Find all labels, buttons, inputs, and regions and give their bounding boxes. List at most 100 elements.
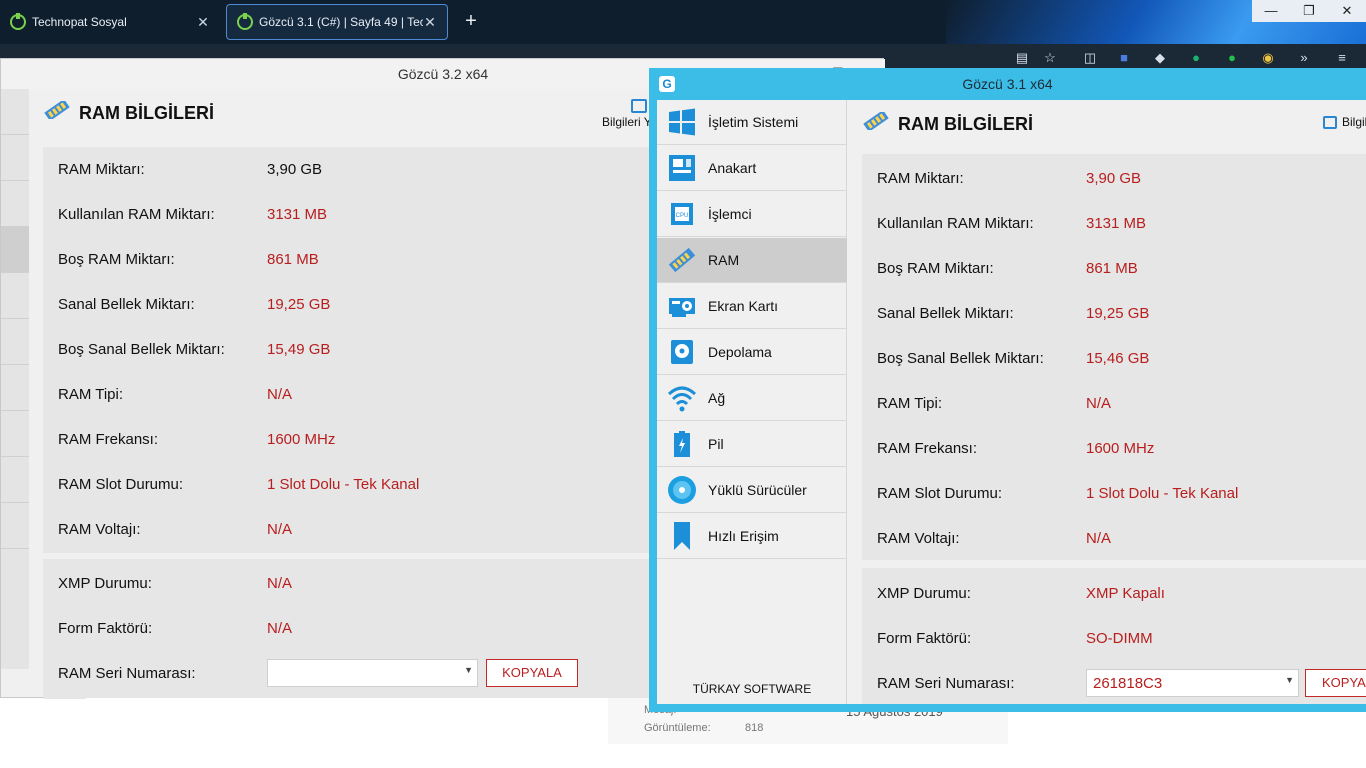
chevron-down-icon: ▼ xyxy=(464,665,473,675)
info-row: RAM Seri Numarası: xyxy=(58,663,196,683)
new-tab-button[interactable]: + xyxy=(458,8,484,34)
info-value: N/A xyxy=(267,619,293,637)
white-overlay xyxy=(86,698,608,768)
sidebar-item-ram[interactable]: RAM xyxy=(657,238,847,283)
technopat-favicon-icon xyxy=(10,13,26,30)
print-info-button[interactable]: Bilgileri Y xyxy=(602,115,652,129)
overflow-icon[interactable]: » xyxy=(1296,50,1312,66)
info-row: RAM Slot Durumu: xyxy=(877,483,1002,503)
extension-globe-icon[interactable]: ◉ xyxy=(1260,50,1276,66)
tab-title: Gözcü 3.1 (C#) | Sayfa 49 | Technopat xyxy=(259,15,423,29)
sidebar-item[interactable] xyxy=(1,89,29,135)
sidebar-item-ram[interactable] xyxy=(1,227,29,273)
window-controls: — ❐ ✕ xyxy=(1252,0,1366,22)
sidebar-item-label: İşlemci xyxy=(708,206,752,222)
sidebar-item[interactable] xyxy=(1,181,29,227)
info-value: 3131 MB xyxy=(267,205,328,223)
sidebar-item-label: Yüklü Sürücüler xyxy=(708,482,807,498)
sidebar-item-anakart[interactable]: Anakart xyxy=(657,146,847,191)
info-row: Boş RAM Miktarı: xyxy=(58,249,175,269)
sidebar-item[interactable] xyxy=(1,411,29,457)
sidebar-item-ekran-karti[interactable]: Ekran Kartı xyxy=(657,284,847,329)
close-window-button[interactable]: ✕ xyxy=(1328,0,1366,22)
browser-tab-strip: Technopat Sosyal ✕ Gözcü 3.1 (C#) | Sayf… xyxy=(0,0,1366,44)
print-info-button[interactable]: Bilgil xyxy=(1342,115,1366,129)
tab-gozcu-thread[interactable]: Gözcü 3.1 (C#) | Sayfa 49 | Technopat ✕ xyxy=(226,4,448,40)
sidebar-item-label: Hızlı Erişim xyxy=(708,528,779,544)
info-label: Kullanılan RAM Miktarı: xyxy=(58,205,215,223)
info-row: Boş RAM Miktarı: xyxy=(877,258,994,278)
info-value: 3131 MB xyxy=(1086,214,1147,232)
close-icon[interactable]: ✕ xyxy=(196,14,210,31)
sidebar-item-islemci[interactable]: CPU İşlemci xyxy=(657,192,847,237)
views-label: Görüntüleme: xyxy=(644,722,711,734)
serial-select[interactable]: ▼ xyxy=(267,659,478,687)
minimize-button[interactable]: — xyxy=(1252,0,1290,22)
info-row: RAM Voltajı: xyxy=(877,528,960,548)
info-label: RAM Tipi: xyxy=(58,385,124,403)
copy-button[interactable]: KOPYAL xyxy=(1305,669,1366,697)
info-label: Boş RAM Miktarı: xyxy=(58,250,175,268)
sidebar-item-yuklu-suruculer[interactable]: Yüklü Sürücüler xyxy=(657,468,847,513)
info-value: 861 MB xyxy=(1086,259,1138,277)
ram-icon xyxy=(863,112,889,130)
ram-icon xyxy=(44,101,70,119)
info-label: RAM Tipi: xyxy=(877,394,943,412)
info-label: RAM Frekansı: xyxy=(877,439,978,457)
window-title: Gözcü 3.1 x64 xyxy=(962,76,1053,92)
info-value: 1 Slot Dolu - Tek Kanal xyxy=(1086,484,1239,502)
close-icon[interactable]: ✕ xyxy=(423,14,437,31)
sidebar-item-depolama[interactable]: Depolama xyxy=(657,330,847,375)
technopat-favicon-icon xyxy=(237,13,253,30)
grammarly-icon[interactable]: ● xyxy=(1188,50,1204,66)
info-label: RAM Slot Durumu: xyxy=(58,475,184,493)
info-value: N/A xyxy=(1086,529,1112,547)
sidebar-item-pil[interactable]: Pil xyxy=(657,422,847,467)
info-row: RAM Slot Durumu: xyxy=(58,474,183,494)
chevron-down-icon: ▼ xyxy=(1285,675,1294,685)
copy-button[interactable]: KOPYALA xyxy=(486,659,578,687)
extension-green-icon[interactable]: ● xyxy=(1224,50,1240,66)
content-area: RAM BİLGİLERİ Bilgil RAM Miktarı: Kullan… xyxy=(848,100,1366,704)
sidebar-item[interactable] xyxy=(1,319,29,365)
gozcu-31-window: G Gözcü 3.1 x64 İşletim Sistemi Anakart … xyxy=(649,68,1366,712)
ram-info-panel: RAM Miktarı: Kullanılan RAM Miktarı: Boş… xyxy=(862,154,1366,560)
info-row: Kullanılan RAM Miktarı: xyxy=(877,213,1034,233)
pocket-icon[interactable]: ◫ xyxy=(1082,50,1098,66)
sidebar-item[interactable] xyxy=(1,273,29,319)
svg-text:CPU: CPU xyxy=(676,213,689,219)
sidebar-item[interactable] xyxy=(1,457,29,503)
info-row: Kullanılan RAM Miktarı: xyxy=(58,204,215,224)
info-label: RAM Miktarı: xyxy=(877,169,964,187)
bookmark-icon[interactable]: ■ xyxy=(1116,50,1132,66)
sidebar-item-label: Ekran Kartı xyxy=(708,298,779,314)
tab-technopat-sosyal[interactable]: Technopat Sosyal ✕ xyxy=(0,4,220,40)
info-row: RAM Miktarı: xyxy=(58,159,145,179)
info-label: Boş RAM Miktarı: xyxy=(877,259,994,277)
serial-select[interactable]: 261818C3 ▼ xyxy=(1086,669,1299,697)
sidebar-item[interactable] xyxy=(1,503,29,549)
info-label: RAM Miktarı: xyxy=(58,160,145,178)
sidebar-item-ag[interactable]: Ağ xyxy=(657,376,847,421)
printer-icon xyxy=(631,99,647,113)
info-row: Boş Sanal Bellek Miktarı: xyxy=(877,348,1044,368)
extension-icon[interactable]: ◆ xyxy=(1152,50,1168,66)
sidebar-item-hizli-erisim[interactable]: Hızlı Erişim xyxy=(657,514,847,559)
sidebar-item-isletim-sistemi[interactable]: İşletim Sistemi xyxy=(657,100,847,145)
info-value: 3,90 GB xyxy=(267,160,323,178)
sidebar-item-label: İşletim Sistemi xyxy=(708,114,799,130)
browser-nav-bar xyxy=(0,44,884,58)
restore-button[interactable]: ❐ xyxy=(1290,0,1328,22)
info-label: RAM Frekansı: xyxy=(58,430,159,448)
menu-icon[interactable]: ≡ xyxy=(1334,50,1350,66)
info-value: N/A xyxy=(267,520,293,538)
info-row: XMP Durumu: xyxy=(58,573,152,593)
sidebar-item[interactable] xyxy=(1,365,29,411)
star-icon[interactable]: ☆ xyxy=(1042,50,1058,66)
page-title: RAM BİLGİLERİ xyxy=(898,114,1033,134)
sidebar-item[interactable] xyxy=(1,135,29,181)
info-row: RAM Tipi: xyxy=(877,393,942,413)
battery-icon xyxy=(667,429,697,459)
serial-label: RAM Seri Numarası: xyxy=(58,664,196,682)
reader-icon[interactable]: ▤ xyxy=(1014,50,1030,66)
